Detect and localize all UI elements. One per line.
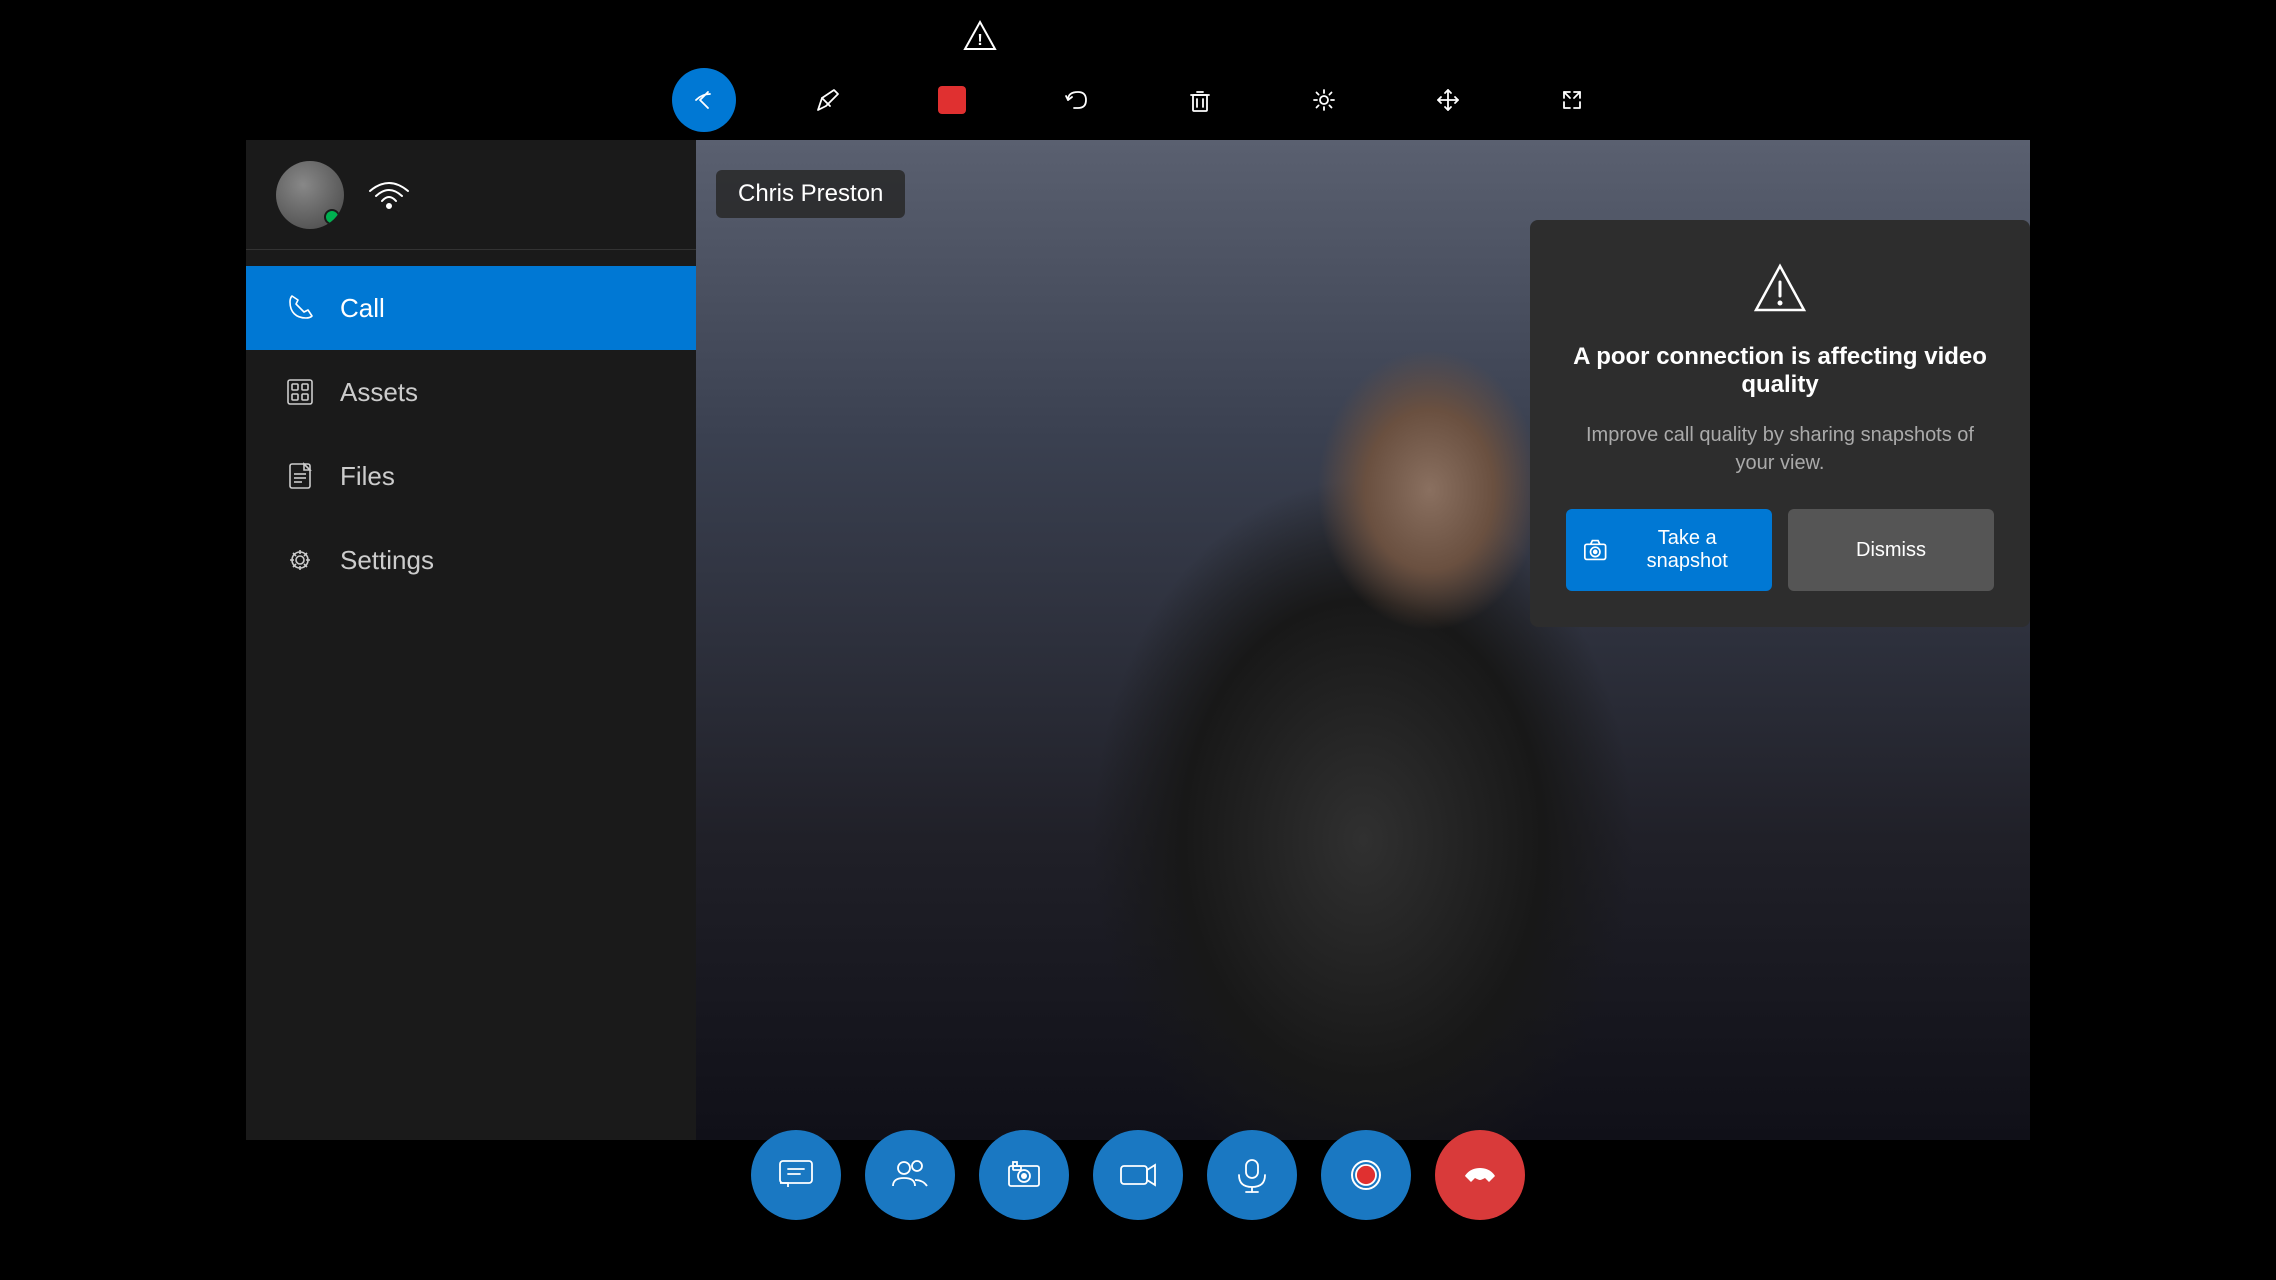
video-area: Chris Preston A poor connection is affec… xyxy=(696,140,2030,1140)
sidebar-nav: Call Assets xyxy=(246,250,696,618)
participants-button[interactable] xyxy=(865,1130,955,1220)
assets-label: Assets xyxy=(340,377,418,408)
microphone-button[interactable] xyxy=(1207,1130,1297,1220)
sidebar-item-files[interactable]: Files xyxy=(246,434,696,518)
wifi-signal-icon xyxy=(368,173,410,216)
undo-button[interactable] xyxy=(1044,68,1108,132)
stop-button[interactable] xyxy=(920,68,984,132)
delete-button[interactable] xyxy=(1168,68,1232,132)
sidebar-item-call[interactable]: Call xyxy=(246,266,696,350)
caller-name-badge: Chris Preston xyxy=(716,170,905,218)
record-button[interactable] xyxy=(1321,1130,1411,1220)
sidebar-item-settings[interactable]: Settings xyxy=(246,518,696,602)
online-badge xyxy=(324,209,340,225)
end-call-button[interactable] xyxy=(1435,1130,1525,1220)
top-warning-text: A poor connection is affecting video qua… xyxy=(1011,27,1313,45)
main-area: Call Assets xyxy=(246,140,2030,1140)
call-label: Call xyxy=(340,293,385,324)
back-button[interactable] xyxy=(672,68,736,132)
toolbar xyxy=(0,60,2276,140)
sidebar: Call Assets xyxy=(246,140,696,1140)
notification-body: Improve call quality by sharing snapshot… xyxy=(1566,421,1994,477)
warning-icon: ! xyxy=(963,19,997,53)
notification-title: A poor connection is affecting video qua… xyxy=(1566,343,1994,399)
expand-button[interactable] xyxy=(1540,68,1604,132)
sidebar-item-assets[interactable]: Assets xyxy=(246,350,696,434)
files-label: Files xyxy=(340,461,395,492)
svg-text:!: ! xyxy=(977,32,982,49)
take-snapshot-button[interactable]: Take a snapshot xyxy=(1566,509,1772,591)
settings-button[interactable] xyxy=(1292,68,1356,132)
notification-actions: Take a snapshot Dismiss xyxy=(1566,509,1994,591)
notification-warning-icon xyxy=(1752,260,1808,321)
bottom-controls xyxy=(0,1130,2276,1220)
notification-panel: A poor connection is affecting video qua… xyxy=(1530,220,2030,627)
camera-button[interactable] xyxy=(1093,1130,1183,1220)
settings-label: Settings xyxy=(340,545,434,576)
snapshot-control-button[interactable] xyxy=(979,1130,1069,1220)
dismiss-button[interactable]: Dismiss xyxy=(1788,509,1994,591)
chat-button[interactable] xyxy=(751,1130,841,1220)
avatar xyxy=(276,161,344,229)
pen-tool-button[interactable] xyxy=(796,68,860,132)
sidebar-header xyxy=(246,140,696,250)
move-button[interactable] xyxy=(1416,68,1480,132)
